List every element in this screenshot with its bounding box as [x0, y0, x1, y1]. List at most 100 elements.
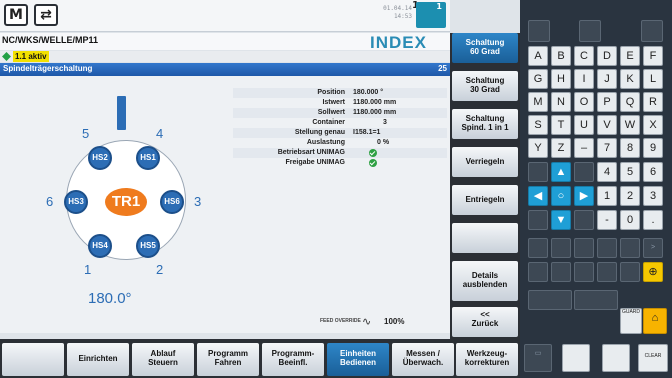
key-k[interactable]: K [620, 69, 640, 89]
guard-lock-key[interactable] [602, 344, 630, 372]
spindle-hs5: HS5 [136, 234, 160, 258]
arrow-down-icon[interactable]: ▼ [551, 210, 571, 230]
key-w[interactable]: W [620, 115, 640, 135]
vsoftkey-zurueck[interactable]: << Zurück [452, 307, 518, 337]
key-4[interactable]: 4 [597, 162, 617, 182]
vsoftkey-details-ausblenden[interactable]: Details ausblenden [452, 261, 518, 301]
keyboard-icon[interactable]: ▭ [524, 344, 552, 372]
key-g[interactable]: G [528, 69, 548, 89]
key-2[interactable]: 2 [620, 186, 640, 206]
channel-badge[interactable]: 1 [416, 2, 446, 28]
page-up-key[interactable] [528, 162, 548, 182]
key-m[interactable]: M [528, 92, 548, 112]
key-y[interactable]: Y [528, 138, 548, 158]
vsoftkey-schaltung-30[interactable]: Schaltung 30 Grad [452, 71, 518, 101]
key-t[interactable]: T [551, 115, 571, 135]
key-b[interactable]: B [551, 46, 571, 66]
key-q[interactable]: Q [620, 92, 640, 112]
alt-key[interactable] [574, 262, 594, 282]
home-icon[interactable]: ⌂ [643, 308, 667, 334]
vsoftkey-entriegeln[interactable]: Entriegeln [452, 185, 518, 215]
space-key[interactable] [620, 238, 640, 258]
hsoftkey-programm-beeinfl[interactable]: Programm- Beeinfl. [262, 343, 324, 376]
page-key[interactable] [574, 210, 594, 230]
input-key[interactable]: ⊕ [643, 262, 663, 282]
feed-override-label: FEED OVERRIDE [320, 318, 361, 324]
backspace-key[interactable] [528, 238, 548, 258]
key-p[interactable]: P [597, 92, 617, 112]
tab-key[interactable] [551, 238, 571, 258]
key-d[interactable]: D [597, 46, 617, 66]
softkey-label: Schaltung [465, 114, 505, 123]
key-r[interactable]: R [643, 92, 663, 112]
end-key[interactable] [528, 210, 548, 230]
vsoftkey-schaltung-60[interactable]: Schaltung 60 Grad [452, 33, 518, 63]
key-dot[interactable]: . [643, 210, 663, 230]
machine-mode-icon[interactable]: M [4, 4, 28, 26]
key-v[interactable]: V [597, 115, 617, 135]
lock-off-key[interactable] [562, 344, 590, 372]
key-i[interactable]: I [574, 69, 594, 89]
softkey-label: Entriegeln [465, 195, 505, 204]
hsoftkey-einheiten-bedienen[interactable]: Einheiten Bedienen [327, 343, 389, 376]
spindle-hs6: HS6 [160, 190, 184, 214]
key-h[interactable]: H [551, 69, 571, 89]
vsoftkey-schaltung-spindel[interactable]: Schaltung Spind. 1 in 1 [452, 109, 518, 139]
vsoftkey-empty[interactable] [452, 223, 518, 253]
ctrl-key[interactable] [551, 262, 571, 282]
key-0[interactable]: 0 [620, 210, 640, 230]
softkey-label: Messen / [406, 349, 440, 358]
key-3[interactable]: 3 [643, 186, 663, 206]
key-5[interactable]: 5 [620, 162, 640, 182]
next-key[interactable]: > [643, 238, 663, 258]
arrow-right-icon[interactable]: ▶ [574, 186, 594, 206]
hsoftkey-programm-fahren[interactable]: Programm Fahren [197, 343, 259, 376]
hsoftkey-ablauf-steuern[interactable]: Ablauf Steuern [132, 343, 194, 376]
spindle-position-marker [117, 96, 126, 130]
group-key[interactable] [528, 20, 550, 42]
key-1[interactable]: 1 [597, 186, 617, 206]
key-e[interactable]: E [620, 46, 640, 66]
hsoftkey-werkzeugkorrekturen[interactable]: Werkzeug- korrekturen [456, 343, 518, 376]
key-n[interactable]: N [551, 92, 571, 112]
arrow-up-icon[interactable]: ▲ [551, 162, 571, 182]
key-z[interactable]: Z [551, 138, 571, 158]
key-u[interactable]: U [574, 115, 594, 135]
key-dash[interactable]: – [574, 138, 594, 158]
key-minus[interactable]: - [597, 210, 617, 230]
hsoftkey-einrichten[interactable]: Einrichten [67, 343, 129, 376]
del-key[interactable] [597, 262, 617, 282]
cycle-icon[interactable]: ⇄ [34, 4, 58, 26]
blank-key [574, 290, 618, 310]
help-key[interactable] [641, 20, 663, 42]
hsoftkey-messen-ueberwach[interactable]: Messen / Überwach. [392, 343, 454, 376]
key-a[interactable]: A [528, 46, 548, 66]
status-table: Position 180.000 ° Istwert 1180.000 mm S… [233, 88, 447, 168]
softkey-label: Beeinfl. [278, 358, 308, 367]
select-key[interactable]: ○ [551, 186, 571, 206]
key-9[interactable]: 9 [643, 138, 663, 158]
key-7[interactable]: 7 [597, 138, 617, 158]
key-6[interactable]: 6 [643, 162, 663, 182]
guard-unlock-key[interactable]: GUARD [620, 308, 642, 334]
undo-key[interactable] [620, 262, 640, 282]
hsoftkey-empty[interactable] [2, 343, 64, 376]
delete-key[interactable] [597, 238, 617, 258]
row-value: 180.000 ° [353, 89, 384, 96]
channel-key[interactable] [579, 20, 601, 42]
key-s[interactable]: S [528, 115, 548, 135]
key-8[interactable]: 8 [620, 138, 640, 158]
softkey-label: korrekturen [464, 358, 510, 367]
key-x[interactable]: X [643, 115, 663, 135]
key-c[interactable]: C [574, 46, 594, 66]
insert-key[interactable] [574, 238, 594, 258]
arrow-left-icon[interactable]: ◀ [528, 186, 548, 206]
key-f[interactable]: F [643, 46, 663, 66]
key-l[interactable]: L [643, 69, 663, 89]
key-j[interactable]: J [597, 69, 617, 89]
vsoftkey-verriegeln[interactable]: Verriegeln [452, 147, 518, 177]
key-o[interactable]: O [574, 92, 594, 112]
clear-key[interactable]: CLEAR [638, 344, 668, 372]
page-down-key[interactable] [574, 162, 594, 182]
shift-key[interactable] [528, 262, 548, 282]
